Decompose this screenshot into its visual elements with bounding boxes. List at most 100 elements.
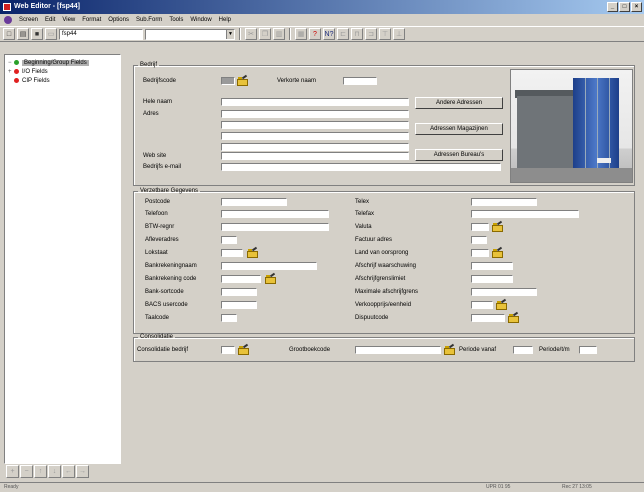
lookup-folder-icon[interactable] — [492, 246, 503, 258]
factuur-adres-input[interactable] — [471, 236, 487, 244]
save-icon[interactable]: ■ — [31, 28, 43, 40]
hele-naam-input[interactable] — [221, 98, 409, 106]
tree-add-icon[interactable]: + — [6, 465, 19, 478]
lookup-folder-icon[interactable] — [496, 298, 507, 310]
close-button[interactable]: × — [631, 2, 642, 12]
align-top-icon[interactable]: ⊤ — [379, 28, 391, 40]
tree-item[interactable]: CIP Fields — [8, 76, 117, 85]
tree-right-icon[interactable]: → — [76, 465, 89, 478]
valuta-input[interactable] — [471, 223, 489, 231]
menu-view[interactable]: View — [62, 17, 75, 23]
bankrekening-code-input[interactable] — [221, 275, 261, 283]
bedrijfscode-input[interactable] — [221, 77, 235, 85]
adres-label: Adres — [143, 111, 159, 117]
telefoon-input[interactable] — [221, 210, 329, 218]
adres-input-4[interactable] — [221, 143, 409, 151]
cut-icon[interactable]: ✂ — [245, 28, 257, 40]
telefax-input[interactable] — [471, 210, 579, 218]
tree-item[interactable]: + I/O Fields — [8, 67, 117, 76]
bankrekeningnaam-input[interactable] — [221, 262, 317, 270]
land-van-oorsprong-label: Land van oorsprong — [355, 250, 409, 256]
group-legend: Consolidatie — [140, 334, 174, 340]
lookup-folder-icon[interactable] — [238, 343, 249, 355]
lookup-folder-icon[interactable] — [247, 246, 258, 258]
menu-subform[interactable]: Sub.Form — [136, 17, 162, 23]
afleveradres-input[interactable] — [221, 236, 237, 244]
tree-remove-icon[interactable]: − — [20, 465, 33, 478]
print-icon[interactable]: ▭ — [45, 28, 57, 40]
copy-icon[interactable]: ❐ — [259, 28, 271, 40]
postcode-input[interactable] — [221, 198, 287, 206]
tree-up-icon[interactable]: ↑ — [34, 465, 47, 478]
lookup-folder-icon[interactable] — [237, 74, 248, 86]
align-left-icon[interactable]: ⊏ — [337, 28, 349, 40]
help-icon[interactable]: ? — [309, 28, 321, 40]
tree-down-icon[interactable]: ↓ — [48, 465, 61, 478]
maximale-afschrijfgrens-input[interactable] — [471, 288, 537, 296]
factuur-adres-label: Factuur adres — [355, 237, 393, 243]
periode-vanaf-input[interactable] — [513, 346, 533, 354]
land-van-oorsprong-input[interactable] — [471, 249, 489, 257]
btw-regnr-input[interactable] — [221, 223, 329, 231]
lookup-folder-icon[interactable] — [265, 272, 276, 284]
adres-input-3[interactable] — [221, 132, 409, 140]
group-legend: Bedrijf — [140, 62, 158, 68]
align-bottom-icon[interactable]: ⊥ — [393, 28, 405, 40]
grid-icon[interactable]: ▦ — [295, 28, 307, 40]
new-file-icon[interactable]: □ — [3, 28, 15, 40]
adres-input-2[interactable] — [221, 121, 409, 129]
open-folder-icon[interactable]: ▤ — [17, 28, 29, 40]
menu-options[interactable]: Options — [108, 17, 129, 23]
align-center-icon[interactable]: ⊓ — [351, 28, 363, 40]
verkoopprijs-eenheid-label: Verkoopprijs/eenheid — [355, 302, 412, 308]
web-site-input[interactable] — [221, 152, 409, 160]
grootboekcode-input[interactable] — [355, 346, 441, 354]
lokstaat-input[interactable] — [221, 249, 243, 257]
verkorte-naam-input[interactable] — [343, 77, 377, 85]
context-help-icon[interactable]: N? — [323, 28, 335, 40]
menu-format[interactable]: Format — [82, 17, 101, 23]
status-record: Rec 27 13:05 — [562, 484, 592, 490]
bacs-usercode-input[interactable] — [221, 301, 257, 309]
menu-help[interactable]: Help — [219, 17, 231, 23]
tree-item[interactable]: − Beginning/Group Fields — [8, 58, 117, 67]
align-right-icon[interactable]: ⊐ — [365, 28, 377, 40]
afschrijf-waarschuwing-input[interactable] — [471, 262, 513, 270]
bank-sortcode-input[interactable] — [221, 288, 257, 296]
maximize-button[interactable]: □ — [619, 2, 630, 12]
tree-left-icon[interactable]: ← — [62, 465, 75, 478]
lookup-folder-icon[interactable] — [492, 220, 503, 232]
afschrijfgrenslimiet-input[interactable] — [471, 275, 513, 283]
minimize-button[interactable]: _ — [607, 2, 618, 12]
andere-adressen-button[interactable]: Andere Adressen — [415, 97, 503, 109]
menu-tools[interactable]: Tools — [169, 17, 183, 23]
field-tree[interactable]: − Beginning/Group Fields + I/O Fields CI… — [4, 54, 121, 464]
email-input[interactable] — [221, 163, 501, 171]
company-building-image — [510, 69, 633, 183]
app-icon — [3, 3, 11, 11]
dispuutcode-input[interactable] — [471, 314, 505, 322]
paste-icon[interactable]: ▥ — [273, 28, 285, 40]
red-dot-icon — [14, 69, 19, 74]
field-select[interactable]: ▼ — [145, 28, 235, 40]
verkorte-naam-label: Verkorte naam — [277, 78, 317, 84]
chevron-down-icon[interactable]: ▼ — [226, 29, 234, 39]
taalcode-input[interactable] — [221, 314, 237, 322]
adres-input-1[interactable] — [221, 110, 409, 118]
toolbar: □ ▤ ■ ▭ fsp44 ▼ ✂ ❐ ▥ ▦ ? N? ⊏ ⊓ ⊐ ⊤ ⊥ — [0, 26, 644, 42]
consolidatie-bedrijf-input[interactable] — [221, 346, 235, 354]
adressen-magazijnen-button[interactable]: Adressen Magazijnen — [415, 123, 503, 135]
mdi-child-icon[interactable] — [4, 16, 12, 24]
menu-screen[interactable]: Screen — [19, 17, 38, 23]
periode-tm-input[interactable] — [579, 346, 597, 354]
valuta-label: Valuta — [355, 224, 372, 230]
telex-input[interactable] — [471, 198, 537, 206]
lookup-folder-icon[interactable] — [508, 311, 519, 323]
menu-window[interactable]: Window — [190, 17, 211, 23]
adressen-bureaus-button[interactable]: Adressen Bureau's — [415, 149, 503, 161]
verkoopprijs-eenheid-input[interactable] — [471, 301, 493, 309]
menu-edit[interactable]: Edit — [45, 17, 55, 23]
form-select[interactable]: fsp44 — [59, 28, 143, 40]
title-bar: Web Editor - [fsp44] _ □ × — [0, 0, 644, 14]
lookup-folder-icon[interactable] — [444, 343, 455, 355]
